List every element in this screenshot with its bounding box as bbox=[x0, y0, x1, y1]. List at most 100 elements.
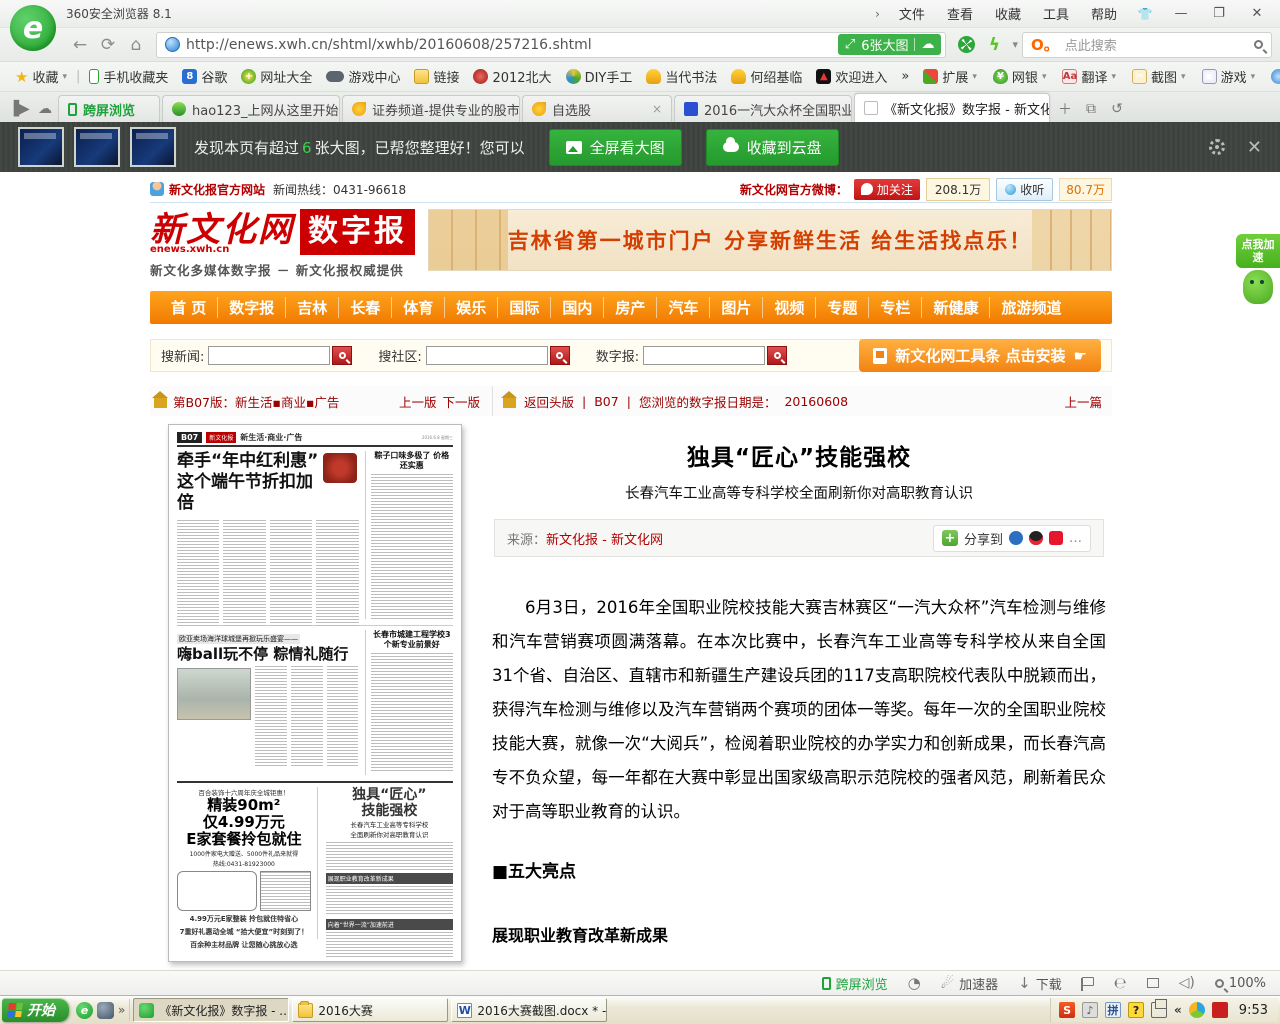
site-logo[interactable]: 新文化网 enews.xwh.cn 数字报 新文化多媒体数字报 － 新文化报权威… bbox=[150, 209, 418, 279]
nav-changchun[interactable]: 长春 bbox=[339, 297, 392, 318]
bookmark-mobile[interactable]: 手机收藏夹 bbox=[82, 67, 175, 86]
cross-screen-button[interactable]: 跨屏浏览 bbox=[822, 974, 888, 993]
nav-columns[interactable]: 专栏 bbox=[869, 297, 922, 318]
nav-auto[interactable]: 汽车 bbox=[657, 297, 710, 318]
bookmark-links[interactable]: 链接 bbox=[407, 67, 466, 86]
speed-boost-widget[interactable]: 点我加速 bbox=[1236, 234, 1280, 304]
next-page-link[interactable]: 下一版 bbox=[442, 392, 492, 411]
photo-thumbnail-2[interactable] bbox=[74, 127, 120, 167]
banner-ad[interactable]: 吉林省第一城市门户 分享新鲜生活 给生活找点乐！ bbox=[428, 209, 1112, 271]
chevron-down-icon[interactable]: ▾ bbox=[1008, 38, 1022, 51]
nav-travel[interactable]: 旅游频道 bbox=[990, 297, 1072, 318]
tab-cross-screen[interactable]: 跨屏浏览 bbox=[58, 95, 160, 122]
new-tab-button[interactable]: ＋ bbox=[1052, 96, 1078, 122]
menu-tools[interactable]: 工具 bbox=[1034, 1, 1078, 26]
tab-hao123[interactable]: hao123_上网从这里开始× bbox=[162, 95, 340, 122]
toolbar-extensions[interactable]: 扩展▾ bbox=[916, 67, 984, 86]
prev-page-link[interactable]: 上一版 bbox=[399, 392, 437, 411]
save-to-cloud-button[interactable]: 收藏到云盘 bbox=[706, 129, 839, 166]
bookmark-beida[interactable]: 2012北大 bbox=[466, 67, 558, 86]
bookmark-games[interactable]: 游戏中心 bbox=[319, 67, 407, 86]
back-to-front-link[interactable]: 返回头版 bbox=[524, 392, 574, 411]
bookmark-heshaoji[interactable]: 何绍基临 bbox=[724, 67, 809, 86]
menu-favorites[interactable]: 收藏 bbox=[986, 1, 1030, 26]
refresh-icon[interactable]: ⟳ bbox=[94, 32, 122, 58]
speed-boost-icon[interactable]: ϟ bbox=[980, 32, 1008, 58]
renren-share-icon[interactable] bbox=[1009, 531, 1023, 545]
toolbar-ebank[interactable]: ¥网银▾ bbox=[986, 67, 1054, 86]
menu-file[interactable]: 文件 bbox=[890, 1, 934, 26]
task-folder-window[interactable]: 2016大赛 bbox=[292, 998, 448, 1022]
report-flag-icon[interactable] bbox=[1082, 977, 1094, 986]
bookmark-diy[interactable]: DIY手工 bbox=[559, 67, 640, 86]
input-method-tray-icon[interactable]: 拼 bbox=[1105, 1002, 1121, 1018]
bookmark-welcome[interactable]: ▲欢迎进入 bbox=[809, 67, 894, 86]
start-button[interactable]: 开始 bbox=[2, 998, 69, 1022]
newspaper-page-image[interactable]: B07 新文化报 新生活·商业·广告 2016.6.8 星期三 牵手“年中红利惠… bbox=[168, 424, 462, 962]
back-icon[interactable]: ← bbox=[66, 32, 94, 58]
speaker-icon[interactable]: ◁) bbox=[1179, 975, 1195, 991]
browser-360-logo[interactable]: e bbox=[10, 5, 56, 51]
speed-test-icon[interactable]: ◔ bbox=[908, 974, 921, 992]
url-field[interactable]: http://enews.xwh.cn/shtml/xwhb/20160608/… bbox=[156, 32, 946, 58]
nav-home[interactable]: 首 页 bbox=[160, 297, 218, 318]
nav-topics[interactable]: 专题 bbox=[816, 297, 869, 318]
weibo-follow-button[interactable]: 加关注 bbox=[854, 179, 920, 200]
ie-mode-icon[interactable]: ℮ bbox=[1114, 974, 1127, 992]
settings-gear-icon[interactable] bbox=[1209, 139, 1225, 155]
search-news-input[interactable] bbox=[208, 346, 330, 365]
mascot-icon[interactable] bbox=[1243, 270, 1273, 304]
search-paper-input[interactable] bbox=[643, 346, 765, 365]
search-paper-button[interactable] bbox=[767, 346, 787, 365]
search-news-button[interactable] bbox=[332, 346, 352, 365]
nav-domestic[interactable]: 国内 bbox=[551, 297, 604, 318]
download-button[interactable]: ↓下载 bbox=[1018, 974, 1062, 993]
nav-video[interactable]: 视频 bbox=[763, 297, 816, 318]
weibo-share-icon[interactable] bbox=[1049, 531, 1063, 545]
nav-entertainment[interactable]: 娱乐 bbox=[445, 297, 498, 318]
breadcrumb[interactable]: 第B07版：新生活▪商业▪广告 bbox=[173, 392, 339, 411]
share-more-icon[interactable]: … bbox=[1069, 531, 1082, 546]
360-wheel-icon[interactable] bbox=[952, 32, 980, 58]
share-plus-icon[interactable]: + bbox=[942, 530, 958, 546]
bookmark-calligraphy[interactable]: 当代书法 bbox=[639, 67, 724, 86]
tab-watchlist[interactable]: 自选股× bbox=[522, 95, 672, 122]
microphone-tray-icon[interactable]: ♪ bbox=[1082, 1002, 1098, 1018]
big-images-badge[interactable]: ⤢ 6张大图 ☁ bbox=[838, 34, 942, 55]
toolbar-screenshot[interactable]: ✂截图▾ bbox=[1125, 67, 1193, 86]
menu-help[interactable]: 帮助 bbox=[1082, 1, 1126, 26]
sogou-tray-icon[interactable]: S bbox=[1059, 1002, 1075, 1018]
close-button[interactable]: ✕ bbox=[1240, 3, 1274, 25]
photo-thumbnail-3[interactable] bbox=[130, 127, 176, 167]
zoom-control[interactable]: 100% bbox=[1215, 976, 1266, 991]
tab-close-icon[interactable]: × bbox=[652, 102, 662, 116]
search-input[interactable]: O。 点此搜索 bbox=[1022, 32, 1272, 58]
toolbar-games[interactable]: ▣游戏▾ bbox=[1195, 67, 1263, 86]
undo-close-icon[interactable]: ↺ bbox=[1104, 96, 1130, 122]
page-number[interactable]: B07 bbox=[594, 394, 618, 409]
photo-thumbnail-1[interactable] bbox=[18, 127, 64, 167]
close-photobar-icon[interactable]: ✕ bbox=[1247, 137, 1262, 158]
tab-stocks-channel[interactable]: 证券频道-提供专业的股市新× bbox=[342, 95, 520, 122]
tray-collapse-icon[interactable]: « bbox=[1174, 1003, 1182, 1017]
drive-tray-icon[interactable] bbox=[1189, 1002, 1205, 1018]
skin-icon[interactable]: 👕 bbox=[1130, 7, 1160, 21]
menu-view[interactable]: 查看 bbox=[938, 1, 982, 26]
tencent-listen-button[interactable]: 收听 bbox=[996, 178, 1053, 201]
tab-active-xwh[interactable]: 《新文化报》数字报 - 新文化× bbox=[854, 93, 1050, 122]
nav-jilin[interactable]: 吉林 bbox=[286, 297, 339, 318]
nav-pictures[interactable]: 图片 bbox=[710, 297, 763, 318]
windows-stack-tray-icon[interactable] bbox=[1151, 1002, 1167, 1018]
app-quicklaunch-icon[interactable] bbox=[97, 1002, 114, 1019]
toolbar-login-manager[interactable]: 登录管家 bbox=[1264, 67, 1280, 86]
prev-article-link[interactable]: 上一篇 bbox=[1064, 392, 1112, 411]
maximize-button[interactable]: ❐ bbox=[1202, 3, 1236, 25]
search-bbs-input[interactable] bbox=[426, 346, 548, 365]
search-bbs-button[interactable] bbox=[550, 346, 570, 365]
favorites-menu[interactable]: ★收藏▾ bbox=[8, 67, 74, 86]
window-mode-icon[interactable] bbox=[1147, 978, 1159, 988]
app-tray-icon[interactable] bbox=[1212, 1002, 1228, 1018]
minimize-button[interactable]: — bbox=[1164, 3, 1198, 25]
browser-quicklaunch-icon[interactable]: e bbox=[76, 1002, 93, 1019]
nav-digital-paper[interactable]: 数字报 bbox=[218, 297, 286, 318]
